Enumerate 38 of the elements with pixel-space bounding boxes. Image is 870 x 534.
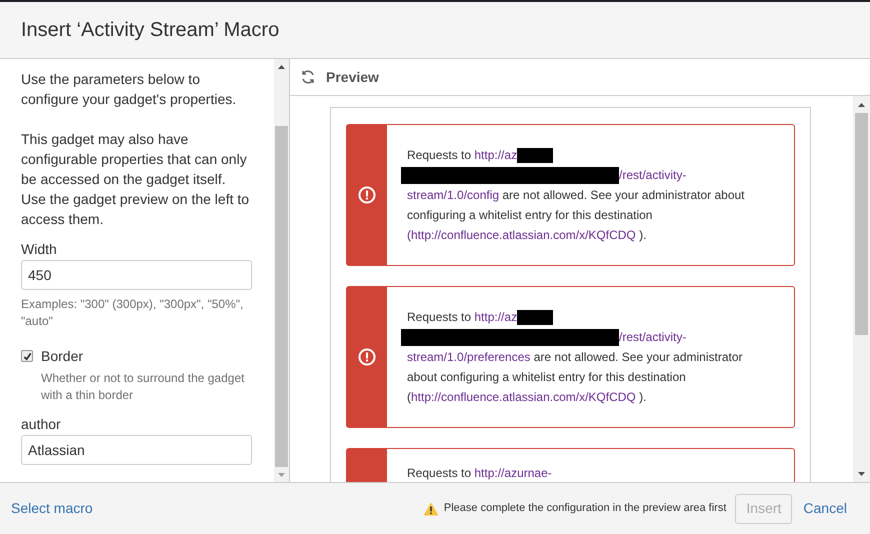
help-text: Whether or not to surround the gadget with a thin border — [40, 370, 246, 404]
url-link[interactable]: stream/1.0/preferences — [407, 350, 530, 364]
help-text: Examples: "300" (300px), "300px", "50%", "auto" — [21, 296, 244, 330]
redaction-bar — [517, 310, 554, 326]
scrollbar[interactable] — [274, 59, 289, 482]
warning-text: Please complete the configuration in the preview area first — [444, 501, 726, 516]
dialog-title: Insert ‘Activity Stream’ Macro — [21, 18, 280, 43]
text-field[interactable]: 450 — [21, 260, 252, 290]
url-link[interactable]: /rest/activity- — [619, 168, 686, 182]
refresh-icon[interactable] — [300, 69, 316, 85]
preview-title: Preview — [326, 68, 379, 86]
scroll-down-icon[interactable] — [858, 472, 865, 476]
redaction-bar — [517, 148, 554, 164]
cancel-link[interactable]: Cancel — [803, 498, 847, 519]
checkbox[interactable] — [21, 350, 33, 362]
alert-message: Requests to http://azurnae- — [407, 465, 552, 482]
checkbox-label: Border — [41, 347, 84, 366]
alert-message: Requests to http://az /rest/activity- stream/1.0/config are not allowed. See your administrator about configuring a whitelist entry for this destination (http://confluence.atlassian.com/x/KQfCDQ ). — [407, 145, 754, 245]
scroll-up-icon[interactable] — [278, 64, 285, 68]
select-macro-link[interactable]: Select macro — [11, 498, 93, 519]
scrollbar[interactable] — [853, 96, 870, 482]
error-icon — [358, 348, 376, 366]
error-icon — [358, 186, 376, 204]
intro-text: Use the parameters below to configure your gadget's properties. — [21, 70, 238, 109]
url-link[interactable]: http://azurnae- — [474, 466, 552, 480]
url-link[interactable]: http://az — [474, 148, 518, 162]
alert-message: Requests to http://az /rest/activity- stream/1.0/preferences are not allowed. See your administrator about configuring a whitelist entry for this destination (http://confluence.atlassian.com/x/KQfCDQ ). — [407, 307, 754, 407]
url-link[interactable]: /rest/activity- — [619, 330, 686, 344]
field-label: author — [21, 415, 62, 434]
url-link[interactable]: http://confluence.atlassian.com/x/KQfCDQ — [411, 390, 636, 404]
url-link[interactable]: http://az — [474, 310, 518, 324]
field-label: Width — [21, 240, 58, 259]
text-field[interactable]: Atlassian — [21, 435, 252, 465]
url-link[interactable]: (http://confluence.atlassian.com/x/KQfCDQ — [407, 228, 636, 242]
note-text: This gadget may also have configurable properties that can only be accessed on the gadget itself. Use the gadget preview on the left to access them. — [21, 130, 250, 229]
warning-icon — [422, 502, 439, 516]
scroll-up-icon[interactable] — [858, 102, 865, 106]
url-link[interactable]: stream/1.0/config — [407, 188, 500, 202]
